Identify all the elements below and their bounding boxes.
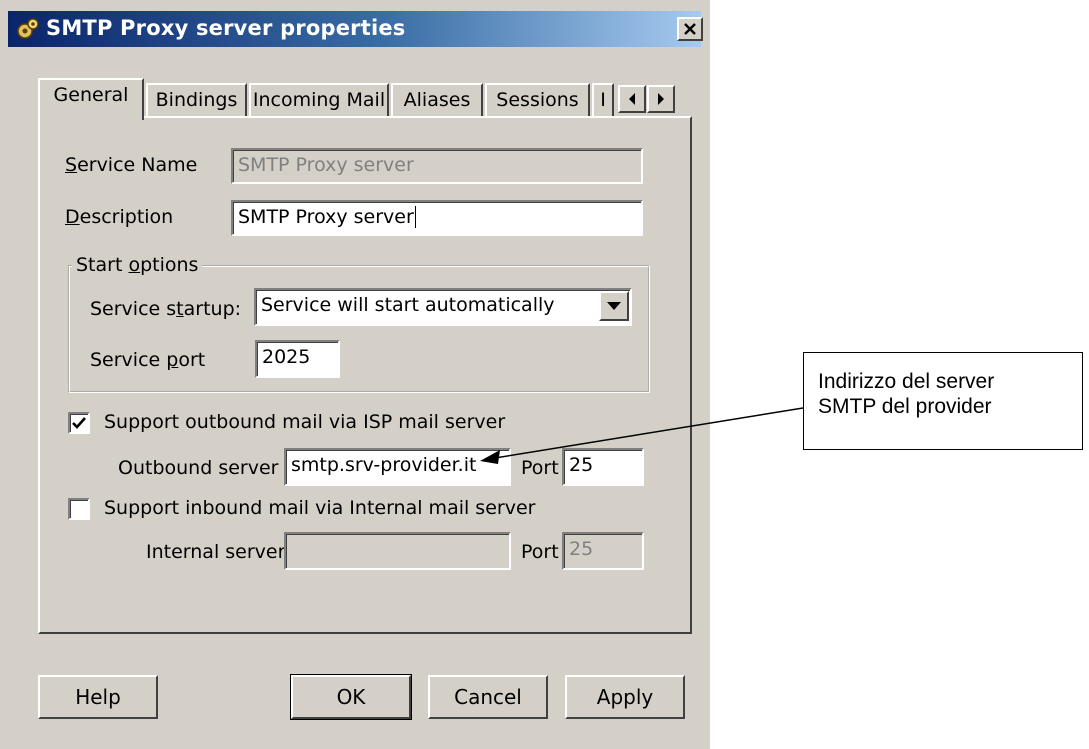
tab-label: General: [53, 84, 129, 106]
tab-scroll-left-button[interactable]: [618, 85, 646, 113]
tab-scroll-left-icon: [629, 93, 635, 105]
tab-general[interactable]: General: [38, 78, 144, 120]
annotation-arrow: [480, 407, 804, 464]
tab-scroll-right-icon: [658, 93, 664, 105]
tab-scroll-right-button[interactable]: [647, 85, 675, 113]
